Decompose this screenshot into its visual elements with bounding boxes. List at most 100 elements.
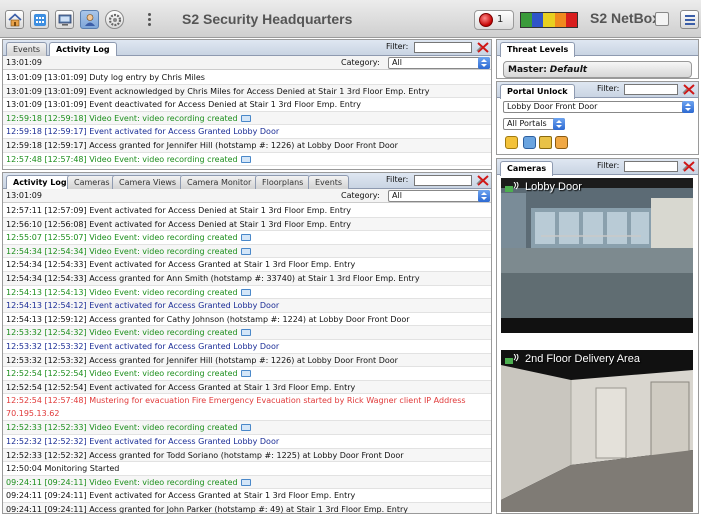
log-row[interactable]: 12:57:11 [12:57:09] Event activated for … xyxy=(3,204,491,218)
tab-cameras[interactable]: Cameras xyxy=(67,175,117,189)
log-row[interactable]: 12:52:54 [12:57:48] Mustering for evacua… xyxy=(3,394,491,422)
video-clip-icon[interactable] xyxy=(240,424,251,432)
tab-events[interactable]: Events xyxy=(308,175,350,189)
top-log-panel: Events Activity Log Filter: 13:01:09 Cat… xyxy=(2,39,492,170)
grid-icon xyxy=(34,14,46,26)
tab-camera-monitor[interactable]: Camera Monitor xyxy=(180,175,259,189)
video-clip-icon[interactable] xyxy=(240,478,251,486)
bottom-log-list[interactable]: 12:57:11 [12:57:09] Event activated for … xyxy=(3,204,491,513)
camera-feed-delivery-area[interactable]: 2nd Floor Delivery Area xyxy=(501,350,693,512)
threat-master-value: Default xyxy=(549,65,588,75)
category-label: Category: xyxy=(341,191,380,200)
clear-filter-icon[interactable] xyxy=(682,83,696,96)
filter-input[interactable] xyxy=(624,84,678,95)
home-button[interactable] xyxy=(5,10,24,29)
log-row[interactable]: 12:54:34 [12:54:33] Event activated for … xyxy=(3,258,491,272)
log-row[interactable]: 12:53:32 [12:53:32] Access granted for J… xyxy=(3,353,491,368)
video-clip-icon[interactable] xyxy=(240,370,251,378)
video-clip-icon[interactable] xyxy=(240,155,251,163)
log-row-text: 12:53:32 [12:54:32] Video Event: video r… xyxy=(6,328,238,338)
key-icon[interactable] xyxy=(555,136,568,149)
video-clip-icon[interactable] xyxy=(240,114,251,122)
log-row[interactable]: 13:01:09 [13:01:09] Event deactivated fo… xyxy=(3,98,491,112)
select-arrow-icon xyxy=(553,118,565,130)
portal-select[interactable]: Lobby Door Front Door xyxy=(503,101,694,113)
log-row[interactable]: 12:52:54 [12:52:54] Video Event: video r… xyxy=(3,367,491,381)
video-clip-icon[interactable] xyxy=(240,247,251,255)
monitor-button[interactable] xyxy=(55,10,74,29)
log-row[interactable]: 12:56:10 [12:56:08] Event activated for … xyxy=(3,217,491,232)
log-row[interactable]: 12:52:54 [12:52:54] Event activated for … xyxy=(3,380,491,395)
filter-input[interactable] xyxy=(624,161,678,172)
log-row[interactable]: 12:57:48 [12:57:48] Video Event: video r… xyxy=(3,153,491,167)
log-row-text: 12:52:54 [12:57:48] Mustering for evacua… xyxy=(6,396,466,419)
security-desk-button[interactable] xyxy=(80,10,99,29)
log-row[interactable]: 09:24:11 [09:24:11] Video Event: video r… xyxy=(3,475,491,490)
filter-input[interactable] xyxy=(414,175,472,186)
video-clip-icon[interactable] xyxy=(240,329,251,337)
lock-icon[interactable] xyxy=(539,136,552,149)
log-row-text: 09:24:11 [09:24:11] Access granted for J… xyxy=(6,504,408,513)
video-clip-icon[interactable] xyxy=(240,234,251,242)
threat-level-bar[interactable] xyxy=(520,12,578,28)
log-row[interactable]: 12:59:18 [12:59:18] Video Event: video r… xyxy=(3,111,491,126)
unlock-icon[interactable] xyxy=(505,136,518,149)
log-row-text: 12:50:04 Monitoring Started xyxy=(6,464,120,474)
more-menu-icon[interactable] xyxy=(146,11,152,29)
top-log-list[interactable]: 13:01:09 [13:01:09] Duty log entry by Ch… xyxy=(3,71,491,169)
tab-camera-views[interactable]: Camera Views xyxy=(112,175,184,189)
tab-events[interactable]: Events xyxy=(6,42,48,56)
bottom-log-infoline: 13:01:09 Category: All xyxy=(3,189,491,203)
log-row[interactable]: 12:54:13 [12:54:12] Event activated for … xyxy=(3,299,491,313)
log-row[interactable]: 12:59:18 [12:59:17] Access granted for J… xyxy=(3,138,491,153)
alarm-indicator[interactable]: 1 xyxy=(474,10,514,30)
tab-portal-unlock[interactable]: Portal Unlock xyxy=(500,84,575,99)
log-row-text: 12:53:32 [12:53:32] Access granted for J… xyxy=(6,355,398,365)
bottom-log-panel: Activity Log Cameras Camera Views Camera… xyxy=(2,172,492,514)
category-select[interactable]: All xyxy=(388,190,490,202)
camera-feed-lobby-door[interactable]: Lobby Door xyxy=(501,178,693,333)
log-row[interactable]: 13:01:09 [13:01:09] Duty log entry by Ch… xyxy=(3,71,491,85)
log-row[interactable]: 12:55:07 [12:55:07] Video Event: video r… xyxy=(3,231,491,245)
log-row[interactable]: 12:54:34 [12:54:34] Video Event: video r… xyxy=(3,244,491,259)
netbox-icon[interactable] xyxy=(655,12,669,26)
category-select[interactable]: All xyxy=(388,57,490,69)
portal-group-select[interactable]: All Portals xyxy=(503,118,565,130)
clear-filter-icon[interactable] xyxy=(476,41,490,54)
category-label: Category: xyxy=(341,58,380,67)
dashboard-button[interactable] xyxy=(30,10,49,29)
log-row[interactable]: 12:53:32 [12:54:32] Video Event: video r… xyxy=(3,326,491,340)
threat-green xyxy=(521,13,533,27)
video-clip-icon[interactable] xyxy=(240,288,251,296)
filter-input[interactable] xyxy=(414,42,472,53)
log-row[interactable]: 09:24:11 [09:24:11] Access granted for J… xyxy=(3,502,491,513)
log-row[interactable]: 09:24:11 [09:24:11] Event activated for … xyxy=(3,489,491,503)
log-row-text: 12:52:32 [12:52:32] Event activated for … xyxy=(6,436,280,446)
log-row[interactable]: 12:59:18 [12:59:17] Event activated for … xyxy=(3,125,491,139)
clear-filter-icon[interactable] xyxy=(682,160,696,173)
log-row[interactable]: 12:52:33 [12:52:33] Video Event: video r… xyxy=(3,421,491,435)
momentary-unlock-icon[interactable] xyxy=(523,136,536,149)
threat-level-selector[interactable]: Master: Default xyxy=(503,61,692,78)
main-menu-button[interactable] xyxy=(680,10,699,29)
log-row[interactable]: 12:54:34 [12:54:33] Access granted for A… xyxy=(3,271,491,286)
log-row-text: 12:53:32 [12:53:32] Event activated for … xyxy=(6,341,280,351)
log-row[interactable]: 12:53:32 [12:53:32] Event activated for … xyxy=(3,340,491,354)
tab-activity-log[interactable]: Activity Log xyxy=(49,42,117,57)
signal-icon xyxy=(505,352,519,364)
clear-filter-icon[interactable] xyxy=(476,174,490,187)
log-row[interactable]: 12:54:13 [12:59:12] Access granted for C… xyxy=(3,313,491,327)
log-row[interactable]: 12:52:32 [12:52:32] Event activated for … xyxy=(3,435,491,449)
log-row[interactable]: 13:01:09 [13:01:09] Event acknowledged b… xyxy=(3,84,491,99)
cameras-panel: Cameras Filter: Lobby Door 2nd Floor Del… xyxy=(496,158,699,514)
tab-floorplans[interactable]: Floorplans xyxy=(255,175,311,189)
tab-threat-levels[interactable]: Threat Levels xyxy=(500,42,576,57)
tab-activity-log[interactable]: Activity Log xyxy=(6,175,74,190)
log-row-text: 12:54:13 [12:54:12] Event activated for … xyxy=(6,301,280,311)
tab-cameras[interactable]: Cameras xyxy=(500,161,554,176)
filter-label: Filter: xyxy=(386,175,409,184)
log-row[interactable]: 12:52:33 [12:52:32] Access granted for T… xyxy=(3,448,491,463)
log-row[interactable]: 12:54:13 [12:54:13] Video Event: video r… xyxy=(3,286,491,300)
settings-button[interactable] xyxy=(105,10,124,29)
log-row[interactable]: 12:50:04 Monitoring Started xyxy=(3,462,491,476)
